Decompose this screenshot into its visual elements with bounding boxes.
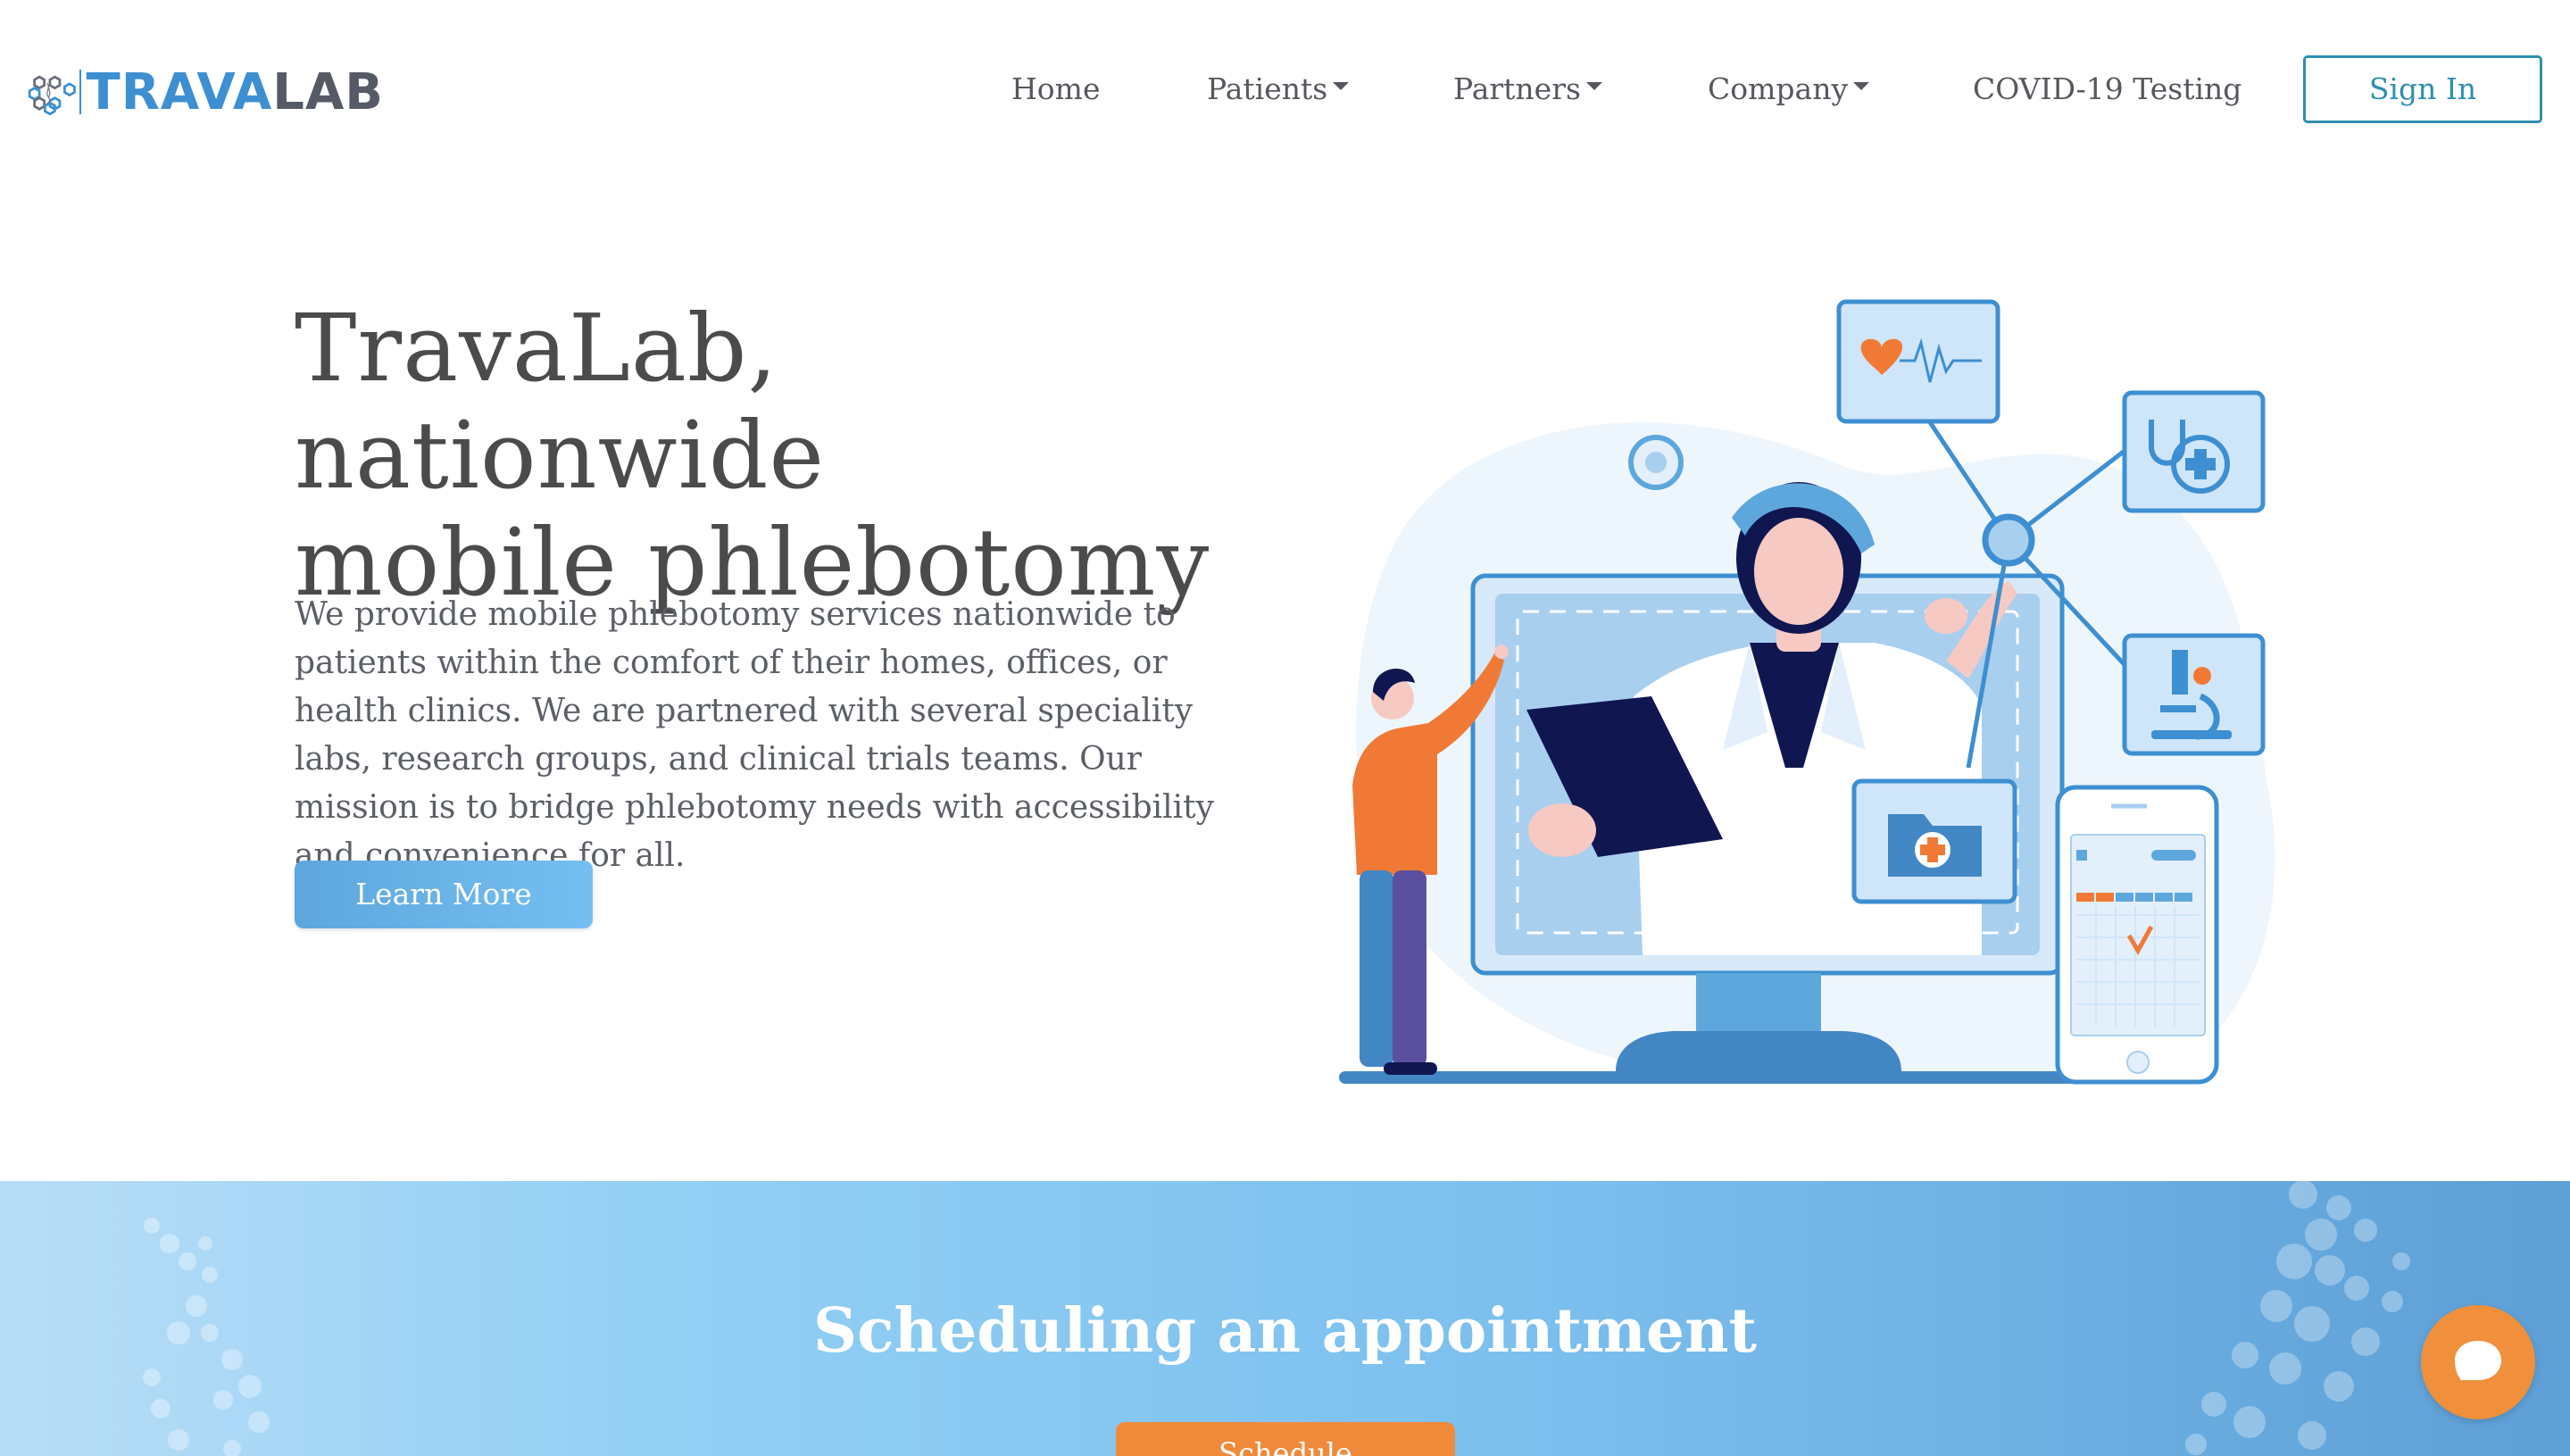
- nav-item-label: Patients: [1207, 71, 1328, 106]
- chat-bubble-icon: [2455, 1341, 2501, 1380]
- nav-item-company[interactable]: Company: [1708, 62, 1870, 116]
- phone-calendar-icon: [2055, 785, 2219, 1085]
- nav-item-partners[interactable]: Partners: [1453, 62, 1602, 116]
- nav-item-label: Home: [1011, 71, 1101, 106]
- nav-item-label: Partners: [1453, 71, 1581, 106]
- schedule-button[interactable]: Schedule: [1116, 1422, 1455, 1456]
- medical-folder-icon: [1851, 778, 2017, 904]
- caret-down-icon: [1585, 81, 1602, 90]
- nav-item-label: Company: [1708, 71, 1849, 106]
- nav-item-home[interactable]: Home: [1011, 62, 1100, 116]
- nav-item-patients[interactable]: Patients: [1207, 62, 1350, 116]
- hero-illustration: [1339, 299, 2275, 1085]
- stethoscope-icon: [2122, 390, 2266, 513]
- scheduling-section: Scheduling an appointment Schedule: [0, 1181, 2570, 1456]
- nav-item-label: COVID-19 Testing: [1973, 71, 2242, 106]
- heart-rate-icon: [1836, 299, 2000, 424]
- sign-in-button[interactable]: Sign In: [2303, 55, 2542, 123]
- learn-more-button[interactable]: Learn More: [295, 861, 593, 928]
- schedule-title: Scheduling an appointment: [813, 1295, 1757, 1367]
- microscope-icon: [2122, 633, 2266, 756]
- chat-widget-button[interactable]: [2421, 1305, 2535, 1419]
- hero-description: We provide mobile phlebotomy services na…: [295, 596, 1214, 874]
- navbar: TRAVALAB Home Patients Partners Company …: [0, 0, 2570, 179]
- caret-down-icon: [1853, 81, 1870, 90]
- nav-links: Home Patients Partners Company COVID-19 …: [0, 62, 2570, 116]
- nav-item-covid-testing[interactable]: COVID-19 Testing: [1973, 62, 2241, 116]
- caret-down-icon: [1333, 81, 1350, 90]
- hero-title-line1: TravaLab, nationwide: [295, 294, 826, 510]
- hero-title: TravaLab, nationwide mobile phlebotomy: [295, 295, 1277, 616]
